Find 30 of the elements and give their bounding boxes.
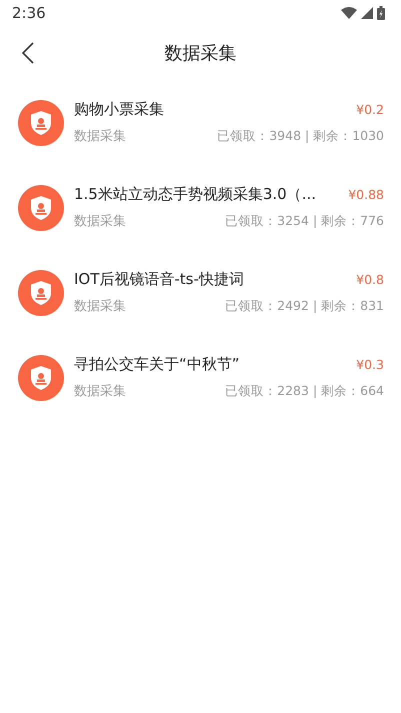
task-stats: 已领取：3254 | 剩余：776 <box>225 213 384 230</box>
task-price: ¥0.2 <box>356 102 384 117</box>
task-stats: 已领取：2492 | 剩余：831 <box>225 298 384 315</box>
wifi-icon <box>341 7 357 19</box>
task-item[interactable]: 寻拍公交车关于“中秋节” ¥0.3 数据采集 已领取：2283 | 剩余：664 <box>0 335 401 420</box>
task-title: 寻拍公交车关于“中秋节” <box>74 355 240 374</box>
status-time: 2:36 <box>12 4 46 22</box>
signal-icon <box>361 7 373 19</box>
task-item[interactable]: 购物小票采集 ¥0.2 数据采集 已领取：3948 | 剩余：1030 <box>0 80 401 165</box>
shield-icon <box>18 354 64 400</box>
shield-icon <box>18 270 64 316</box>
task-category: 数据采集 <box>74 298 126 315</box>
task-item[interactable]: IOT后视镜语音-ts-快捷词 ¥0.8 数据采集 已领取：2492 | 剩余：831 <box>0 250 401 335</box>
task-category: 数据采集 <box>74 213 126 230</box>
chevron-left-icon <box>22 42 34 64</box>
task-price: ¥0.3 <box>356 357 384 372</box>
task-category: 数据采集 <box>74 128 126 145</box>
task-item[interactable]: 1.5米站立动态手势视频采集3.0（... ¥0.88 数据采集 已领取：3254 | 剩余：776 <box>0 165 401 250</box>
task-title: 购物小票采集 <box>74 100 164 119</box>
task-stats: 已领取：3948 | 剩余：1030 <box>217 128 384 145</box>
shield-icon <box>18 100 64 146</box>
battery-icon <box>377 6 385 20</box>
task-title: IOT后视镜语音-ts-快捷词 <box>74 270 244 289</box>
page-title: 数据采集 <box>164 42 236 65</box>
task-category: 数据采集 <box>74 383 126 400</box>
task-price: ¥0.88 <box>348 187 384 202</box>
task-title: 1.5米站立动态手势视频采集3.0（... <box>74 185 316 204</box>
task-stats: 已领取：2283 | 剩余：664 <box>225 383 384 400</box>
task-price: ¥0.8 <box>356 272 384 287</box>
shield-icon <box>18 184 64 230</box>
